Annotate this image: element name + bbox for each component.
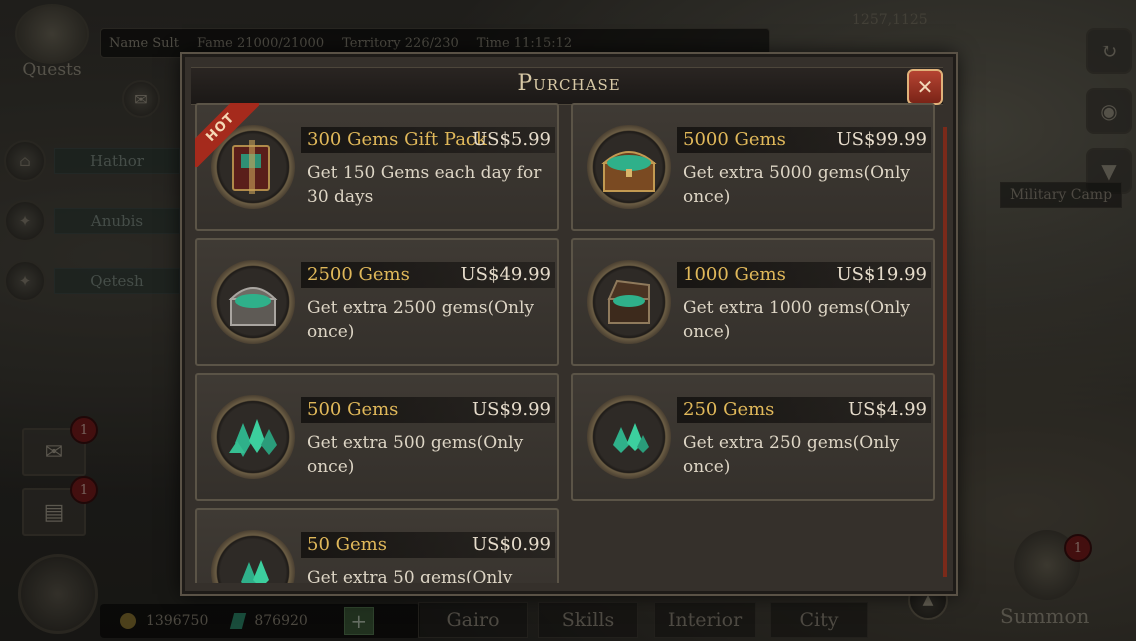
product-description: Get extra 1000 gems(Only once) (683, 298, 911, 342)
product-name: 50 Gems (307, 534, 387, 555)
treasure-chest-icon (211, 260, 295, 344)
close-icon: ✕ (916, 75, 934, 99)
product-price: US$0.99 (471, 534, 551, 555)
product-price: US$5.99 (471, 129, 551, 150)
product-description: Get extra 500 gems(Only once) (307, 433, 524, 477)
hot-label: HOT (195, 103, 259, 167)
product-price: US$9.99 (471, 399, 551, 420)
product-description: Get extra 50 gems(Only once) (307, 568, 513, 583)
product-card[interactable]: 1000 Gems US$19.99 Get extra 1000 gems(O… (571, 238, 935, 366)
product-card[interactable]: 250 Gems US$4.99 Get extra 250 gems(Only… (571, 373, 935, 501)
product-price: US$49.99 (460, 264, 551, 285)
product-card[interactable]: 500 Gems US$9.99 Get extra 500 gems(Only… (195, 373, 559, 501)
product-price: US$99.99 (836, 129, 927, 150)
product-description: Get extra 250 gems(Only once) (683, 433, 900, 477)
product-price: US$4.99 (847, 399, 927, 420)
product-grid: HOT 300 Gems Gift Pack US$5.99 Get 150 G… (195, 103, 935, 583)
product-name: 300 Gems Gift Pack (307, 129, 487, 150)
product-price: US$19.99 (836, 264, 927, 285)
large-treasure-chest-icon (587, 125, 671, 209)
product-card[interactable]: 2500 Gems US$49.99 Get extra 2500 gems(O… (195, 238, 559, 366)
scrollbar[interactable] (943, 127, 947, 577)
purchase-dialog: Purchase ✕ HOT 300 Gems Gift Pack US$5.9… (180, 52, 958, 596)
small-gem-pile-icon (587, 395, 671, 479)
gem-pile-icon (211, 395, 295, 479)
product-description: Get extra 2500 gems(Only once) (307, 298, 535, 342)
gem-cluster-icon (211, 530, 295, 583)
close-button[interactable]: ✕ (907, 69, 943, 105)
product-description: Get extra 5000 gems(Only once) (683, 163, 911, 207)
product-name: 5000 Gems (683, 129, 786, 150)
dialog-title: Purchase (517, 71, 621, 96)
product-name: 1000 Gems (683, 264, 786, 285)
product-card[interactable]: HOT 300 Gems Gift Pack US$5.99 Get 150 G… (195, 103, 559, 231)
small-chest-icon (587, 260, 671, 344)
product-card[interactable]: 5000 Gems US$99.99 Get extra 5000 gems(O… (571, 103, 935, 231)
product-card[interactable]: 50 Gems US$0.99 Get extra 50 gems(Only o… (195, 508, 559, 583)
product-name: 2500 Gems (307, 264, 410, 285)
product-description: Get 150 Gems each day for 30 days (307, 163, 542, 207)
hot-ribbon: HOT (195, 103, 259, 167)
product-name: 250 Gems (683, 399, 775, 420)
product-name: 500 Gems (307, 399, 399, 420)
